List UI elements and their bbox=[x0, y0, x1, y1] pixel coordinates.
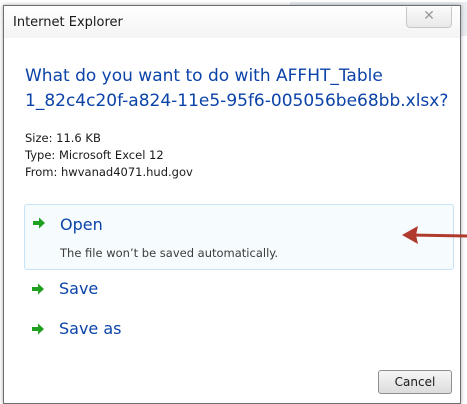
file-type: Type: Microsoft Excel 12 bbox=[25, 148, 164, 162]
close-button[interactable]: ✕ bbox=[406, 7, 452, 28]
open-sublabel: The file won’t be saved automatically. bbox=[60, 246, 279, 260]
save-as-option[interactable]: Save as bbox=[24, 312, 452, 348]
cancel-button[interactable]: Cancel bbox=[378, 370, 452, 394]
close-icon: ✕ bbox=[423, 8, 435, 24]
prompt-line-1: What do you want to do with AFFHT_Table bbox=[25, 66, 383, 86]
save-option[interactable]: Save bbox=[24, 272, 452, 308]
green-arrow-icon bbox=[33, 217, 45, 229]
download-dialog: Internet Explorer ✕ What do you want to … bbox=[3, 5, 461, 404]
prompt-line-2: 1_82c4c20f-a824-11e5-95f6-005056be68bb.x… bbox=[25, 91, 449, 111]
open-label: Open bbox=[60, 215, 103, 234]
open-option[interactable]: Open The file won’t be saved automatical… bbox=[24, 204, 454, 270]
file-source: From: hwvanad4071.hud.gov bbox=[25, 165, 193, 179]
save-as-label: Save as bbox=[59, 319, 122, 338]
file-size: Size: 11.6 KB bbox=[25, 131, 101, 145]
annotation-arrow-icon bbox=[402, 226, 467, 244]
green-arrow-icon bbox=[32, 323, 44, 335]
prompt-heading: What do you want to do with AFFHT_Table … bbox=[25, 64, 449, 114]
green-arrow-icon bbox=[32, 283, 44, 295]
window-title: Internet Explorer bbox=[13, 15, 123, 30]
file-info: Size: 11.6 KB Type: Microsoft Excel 12 F… bbox=[25, 130, 193, 181]
save-label: Save bbox=[59, 279, 99, 298]
title-bar: Internet Explorer ✕ bbox=[4, 6, 460, 38]
